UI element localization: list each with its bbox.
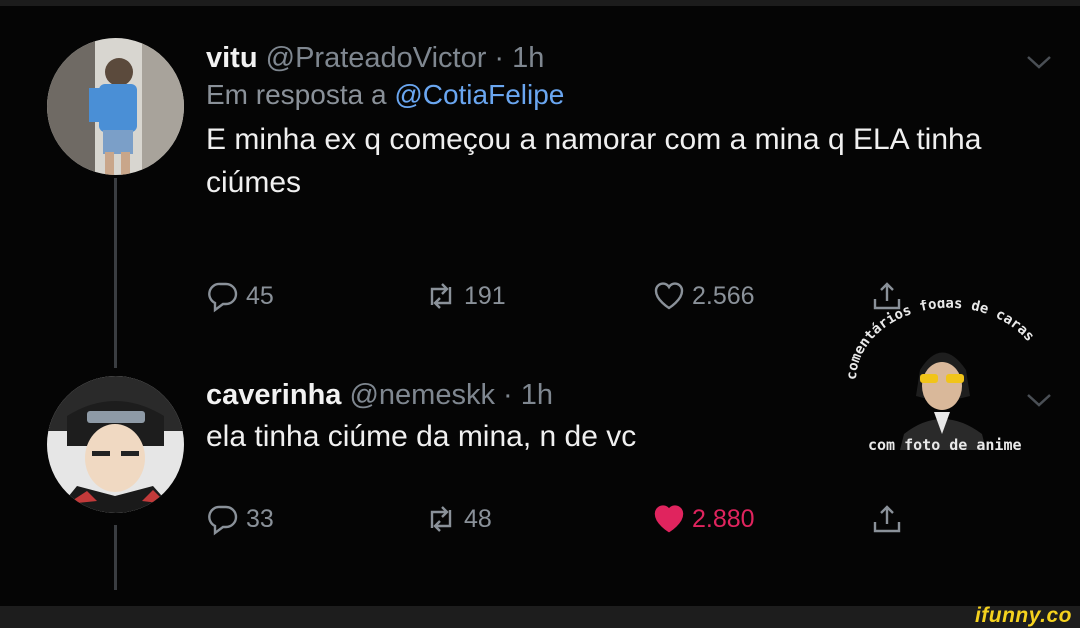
retweet-count: 48 — [464, 504, 492, 533]
share-button[interactable] — [870, 502, 910, 536]
top-border — [0, 0, 1080, 6]
reply-icon — [208, 282, 238, 313]
reply-prefix: Em resposta a — [206, 79, 387, 110]
bottom-bar — [0, 606, 1080, 628]
share-icon — [873, 505, 901, 533]
display-name[interactable]: vitu — [206, 42, 258, 74]
watermark-logo: ifunny.co — [974, 604, 1072, 627]
avatar[interactable] — [47, 38, 184, 175]
handle-time[interactable]: @nemeskk · 1h — [349, 379, 553, 411]
tweet-header: vitu @PrateadoVictor · 1h — [206, 42, 1046, 75]
reply-context: Em resposta a @CotiaFelipe — [206, 79, 1046, 111]
tweet[interactable]: caverinha @nemeskk · 1h ela tinha ciúme … — [206, 379, 846, 459]
reply-button[interactable]: 45 — [206, 279, 274, 313]
like-count: 2.566 — [692, 281, 755, 310]
retweet-button[interactable]: 48 — [424, 502, 492, 536]
tweet[interactable]: vitu @PrateadoVictor · 1h Em resposta a … — [206, 42, 1046, 204]
reply-count: 33 — [246, 504, 274, 533]
reply-count: 45 — [246, 281, 274, 310]
chevron-down-icon[interactable] — [1024, 52, 1054, 72]
like-button[interactable]: 2.566 — [652, 279, 755, 313]
retweet-icon — [430, 283, 452, 309]
reply-mention[interactable]: @CotiaFelipe — [394, 79, 564, 110]
like-icon — [654, 505, 684, 533]
tweet-header: caverinha @nemeskk · 1h — [206, 379, 846, 412]
avatar[interactable] — [47, 376, 184, 513]
sticker-bottom-text: com foto de anime — [868, 436, 1022, 454]
retweet-button[interactable]: 191 — [424, 279, 506, 313]
like-button[interactable]: 2.880 — [652, 502, 755, 536]
retweet-count: 191 — [464, 281, 506, 310]
display-name[interactable]: caverinha — [206, 379, 341, 411]
tweet-actions: 33 48 2.880 — [206, 502, 926, 542]
like-icon — [654, 282, 684, 310]
retweet-icon — [430, 506, 452, 532]
reply-button[interactable]: 33 — [206, 502, 274, 536]
reply-icon — [208, 505, 238, 536]
like-count: 2.880 — [692, 504, 755, 533]
handle-time[interactable]: @PrateadoVictor · 1h — [266, 42, 545, 74]
tweet-actions: 45 191 2.566 — [206, 279, 926, 319]
tweet-text: ela tinha ciúme da mina, n de vc — [206, 420, 637, 453]
thread-line — [114, 178, 117, 368]
tweet-text: E minha ex q começou a namorar com a min… — [206, 123, 982, 199]
thread-line — [114, 525, 117, 590]
